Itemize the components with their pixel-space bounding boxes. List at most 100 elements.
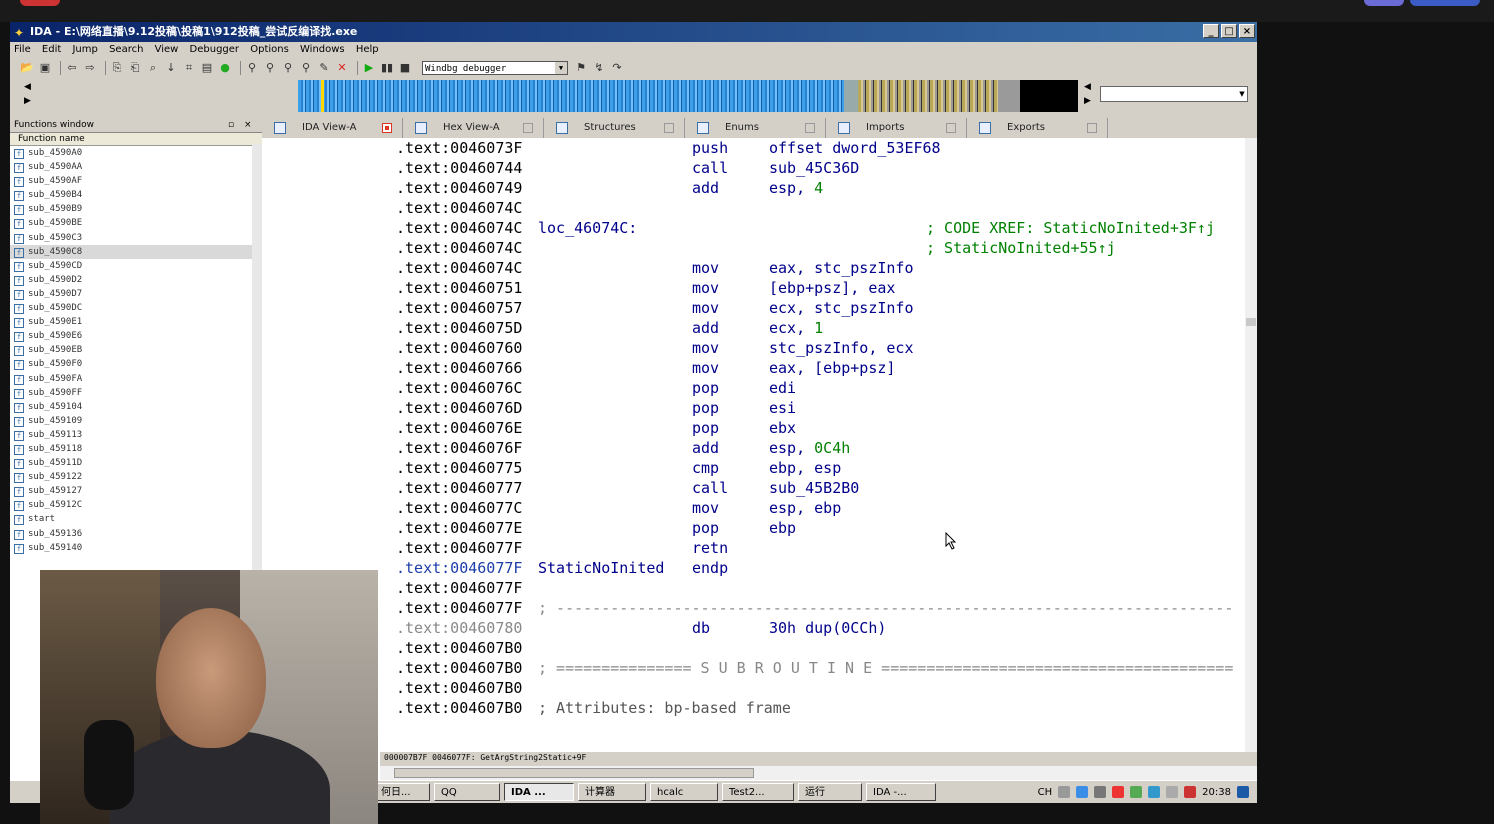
copy-icon[interactable]: ⎘ [110, 61, 124, 75]
tray-icon[interactable] [1076, 786, 1089, 798]
menu-view[interactable]: View [155, 44, 179, 55]
tray-icon[interactable] [1058, 786, 1071, 798]
code-operands[interactable]: sub_45B2B0 [769, 478, 859, 498]
code-line[interactable]: .text:00460760 mov stc_pszInfo, ecx [396, 338, 914, 358]
taskbar-item-ida[interactable]: IDA ... [504, 783, 574, 801]
nav-right-arrow-icon[interactable]: ▶ [24, 96, 31, 106]
code-operands[interactable]: offset dword_53EF68 [769, 138, 941, 158]
maximize-button[interactable]: □ [1221, 24, 1237, 38]
function-list-item[interactable]: f sub_4590BE [10, 216, 262, 230]
function-list-item[interactable]: f sub_4590AF [10, 174, 262, 188]
minimize-button[interactable]: _ [1203, 24, 1219, 38]
close-tab-icon[interactable] [664, 123, 674, 133]
code-operands[interactable]: [ebp+psz], eax [769, 278, 895, 298]
code-label[interactable]: loc_46074C: [538, 218, 637, 238]
code-line[interactable]: .text:0046076C pop edi [396, 378, 796, 398]
close-button[interactable]: × [1239, 24, 1255, 38]
function-list-item[interactable]: f sub_459127 [10, 484, 262, 498]
close-icon[interactable]: × [244, 118, 252, 132]
code-operands[interactable]: eax, [ebp+psz] [769, 358, 895, 378]
taskbar-item[interactable]: 何日... [374, 783, 430, 801]
menu-windows[interactable]: Windows [300, 44, 345, 55]
code-line[interactable]: .text:00460777 call sub_45B2B0 [396, 478, 859, 498]
function-list-item[interactable]: f sub_4590AA [10, 160, 262, 174]
code-line[interactable]: .text:0046074C mov eax, stc_pszInfo [396, 258, 914, 278]
menu-jump[interactable]: Jump [72, 44, 97, 55]
function-list-item[interactable]: f sub_459118 [10, 442, 262, 456]
menu-file[interactable]: File [14, 44, 31, 55]
nav-left-arrow-icon[interactable]: ◀ [1084, 82, 1091, 92]
debugger-select[interactable]: Windbg debugger ▼ [422, 61, 568, 75]
function-list-item[interactable]: f sub_4590FA [10, 372, 262, 386]
pin-icon[interactable]: ⚲ [263, 61, 277, 75]
tray-icon[interactable] [1184, 786, 1197, 798]
code-line[interactable]: .text:0046077F [396, 578, 522, 598]
function-list-item[interactable]: f sub_459113 [10, 428, 262, 442]
tray-icon[interactable] [1130, 786, 1143, 798]
code-vertical-scrollbar[interactable] [1245, 138, 1257, 752]
nav-right-arrow-icon[interactable]: ▶ [1084, 96, 1091, 106]
function-list-item[interactable]: f sub_4590C3 [10, 231, 262, 245]
function-list-item[interactable]: f sub_459140 [10, 541, 262, 555]
tab-hex-view-a[interactable]: Hex View-A [403, 118, 544, 138]
close-tab-icon[interactable] [805, 123, 815, 133]
nav-search-combo[interactable]: ▼ [1100, 86, 1248, 102]
step-over-icon[interactable]: ↷ [610, 61, 624, 75]
code-line[interactable]: .text:00460749 add esp, 4 [396, 178, 823, 198]
nav-left-arrow-icon[interactable]: ◀ [24, 82, 31, 92]
code-line[interactable]: .text:00460744 call sub_45C36D [396, 158, 859, 178]
function-list-item[interactable]: f sub_4590FF [10, 386, 262, 400]
code-line[interactable]: .text:0046074C ; StaticNoInited+55↑j [396, 238, 1116, 258]
menu-debugger[interactable]: Debugger [190, 44, 240, 55]
disassembly-view[interactable]: .text:0046073F push offset dword_53EF68 .te… [380, 138, 1257, 752]
function-list-item[interactable]: f sub_4590B9 [10, 202, 262, 216]
code-line[interactable]: .text:0046077C mov esp, ebp [396, 498, 841, 518]
graph-icon[interactable]: ⌗ [182, 61, 196, 75]
function-list-item[interactable]: f sub_4590CD [10, 259, 262, 273]
close-tab-icon[interactable] [946, 123, 956, 133]
taskbar-item-qq[interactable]: QQ [434, 783, 500, 801]
menu-options[interactable]: Options [250, 44, 289, 55]
pin-icon[interactable]: ⚲ [245, 61, 259, 75]
code-horizontal-scrollbar[interactable] [380, 766, 1257, 780]
pin-icon[interactable]: ▫ [228, 118, 234, 132]
code-label[interactable]: StaticNoInited [538, 558, 664, 578]
code-operands[interactable]: sub_45C36D [769, 158, 859, 178]
code-operands[interactable]: 30h dup(0CCh) [769, 618, 886, 638]
code-line[interactable]: .text:004607B0 [396, 638, 522, 658]
code-line[interactable]: .text:0046075D add ecx, 1 [396, 318, 823, 338]
function-list-item[interactable]: f sub_45911D [10, 456, 262, 470]
image-icon[interactable]: ▤ [200, 61, 214, 75]
function-list-item[interactable]: f sub_45912C [10, 498, 262, 512]
code-line[interactable]: .text:004607B0 ; Attributes: bp-based fra… [396, 698, 791, 718]
code-operands[interactable]: ecx, 1 [769, 318, 823, 338]
function-list-item[interactable]: f sub_459122 [10, 470, 262, 484]
code-line[interactable]: .text:0046077F ; ------------------------… [396, 598, 1233, 618]
navigation-band[interactable] [298, 80, 1078, 112]
pause-icon[interactable]: ▮▮ [380, 61, 394, 75]
code-operands[interactable]: edi [769, 378, 796, 398]
close-tab-icon[interactable] [382, 123, 392, 133]
show-desktop-icon[interactable] [1237, 786, 1249, 798]
function-list-item[interactable]: f start [10, 512, 262, 526]
delete-x-icon[interactable]: ✕ [335, 61, 349, 75]
function-list-item[interactable]: f sub_4590D7 [10, 287, 262, 301]
function-list-item[interactable]: f sub_4590DC [10, 301, 262, 315]
code-operands[interactable]: eax, stc_pszInfo [769, 258, 914, 278]
code-line[interactable]: .text:0046076E pop ebx [396, 418, 796, 438]
function-list-item[interactable]: f sub_459104 [10, 400, 262, 414]
code-operands[interactable]: stc_pszInfo, ecx [769, 338, 914, 358]
breakpoint-icon[interactable]: ⚑ [574, 61, 588, 75]
taskbar-item-test2[interactable]: Test2... [722, 783, 794, 801]
code-line[interactable]: .text:0046076F add esp, 0C4h [396, 438, 850, 458]
clock[interactable]: 20:38 [1202, 787, 1231, 798]
menu-help[interactable]: Help [356, 44, 379, 55]
search-binary-icon[interactable]: ⌕ [146, 61, 160, 75]
code-line[interactable]: .text:004607B0 ; =============== S U B R … [396, 658, 1233, 678]
code-operands[interactable]: ebp [769, 518, 796, 538]
code-line[interactable]: .text:0046074C loc_46074C: ; CODE XREF: St… [396, 218, 1215, 238]
title-bar[interactable]: ✦ IDA - E:\网络直播\9.12投稿\投稿1\912投稿_尝试反编译找.e… [10, 22, 1257, 42]
code-line[interactable]: .text:0046074C [396, 198, 522, 218]
function-name-column-header[interactable]: Function name [10, 133, 262, 146]
close-tab-icon[interactable] [1087, 123, 1097, 133]
